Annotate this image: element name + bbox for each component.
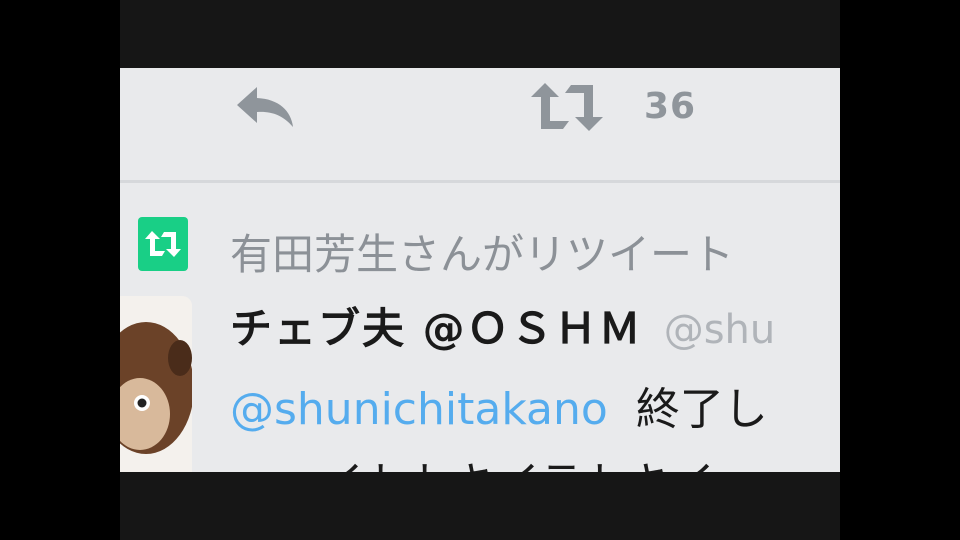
letterbox-top (120, 0, 840, 68)
letterbox-bottom (120, 472, 840, 540)
tweet-user-line[interactable]: チェブ夫 @ＯＳＨＭ @shu (230, 295, 775, 356)
display-name[interactable]: チェブ夫 @ＯＳＨＭ (230, 304, 643, 353)
retweet-badge-icon (138, 217, 188, 271)
tweet-text: @shunichitakano 終了し (230, 373, 768, 437)
reply-button[interactable] (232, 82, 298, 132)
tweet-text-fragment: 終了し (635, 384, 768, 435)
tweet-actions: 36 (120, 68, 840, 180)
tweet-text-line2: イトトキイテトキイ (320, 447, 715, 472)
mention-link[interactable]: @shunichitakano (230, 384, 608, 435)
retweet-button[interactable] (528, 80, 606, 134)
retweet-count: 36 (644, 86, 697, 127)
reply-icon (237, 87, 293, 127)
retweet-context[interactable]: 有田芳生さんがリツイート (230, 221, 734, 282)
tweet-viewport: 36 有田芳生さんがリツイート チェブ夫 @ＯＳＨＭ @shu @shunich… (120, 68, 840, 472)
user-handle[interactable]: @shu (664, 307, 776, 353)
retweet-icon (531, 83, 603, 131)
avatar[interactable] (120, 296, 192, 472)
tweet-item[interactable]: 有田芳生さんがリツイート チェブ夫 @ＯＳＨＭ @shu @shunichita… (120, 183, 840, 472)
